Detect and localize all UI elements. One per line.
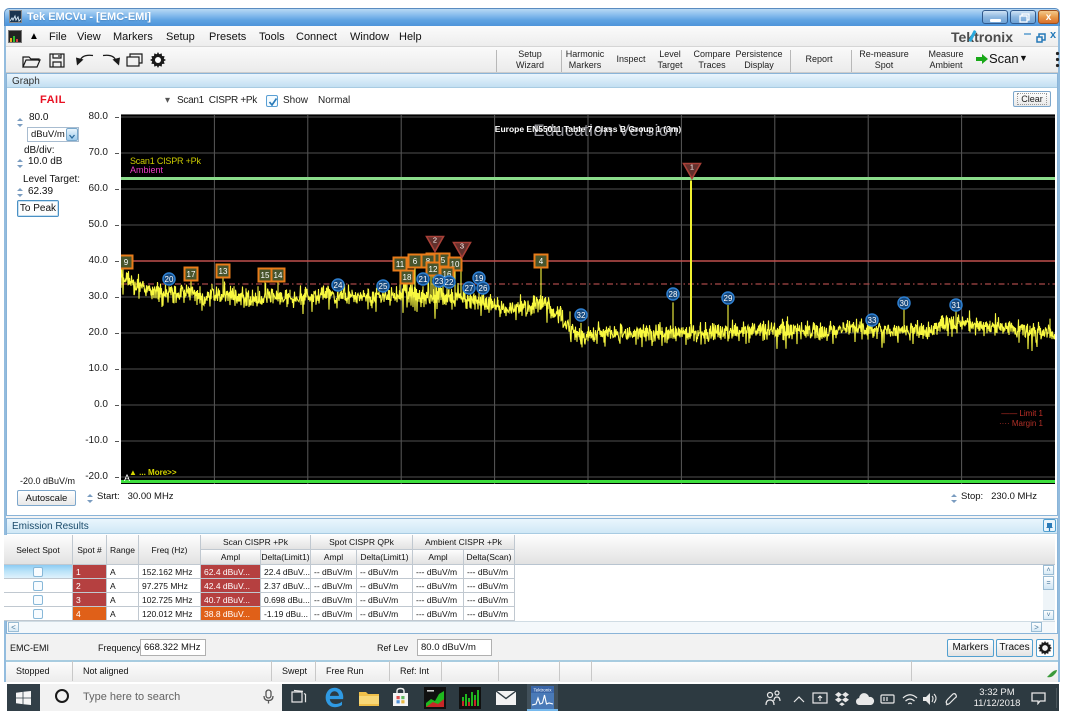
- svg-text:15: 15: [261, 271, 270, 280]
- svg-text:1: 1: [690, 163, 694, 172]
- svg-text:20: 20: [165, 275, 174, 284]
- svg-text:2: 2: [433, 236, 437, 245]
- svg-text:30: 30: [900, 299, 909, 308]
- svg-text:9: 9: [124, 258, 129, 267]
- svg-text:13: 13: [219, 267, 228, 276]
- svg-text:26: 26: [479, 284, 488, 293]
- svg-text:6: 6: [413, 257, 418, 266]
- svg-text:24: 24: [334, 281, 343, 290]
- svg-text:27: 27: [465, 284, 474, 293]
- svg-text:18: 18: [403, 273, 412, 282]
- svg-text:4: 4: [539, 257, 544, 266]
- svg-text:3: 3: [460, 242, 464, 251]
- svg-text:32: 32: [577, 311, 586, 320]
- svg-text:14: 14: [274, 271, 283, 280]
- svg-text:Tektronix: Tektronix: [533, 688, 552, 693]
- svg-text:31: 31: [952, 301, 961, 310]
- svg-text:21: 21: [419, 275, 428, 284]
- svg-text:29: 29: [724, 294, 733, 303]
- svg-text:33: 33: [868, 316, 877, 325]
- svg-text:28: 28: [669, 290, 678, 299]
- svg-text:17: 17: [187, 270, 196, 279]
- svg-text:11: 11: [396, 260, 405, 269]
- svg-text:25: 25: [379, 282, 388, 291]
- svg-text:22: 22: [445, 278, 454, 287]
- svg-text:5: 5: [441, 256, 446, 265]
- svg-text:23: 23: [435, 277, 444, 286]
- svg-text:12: 12: [429, 265, 438, 274]
